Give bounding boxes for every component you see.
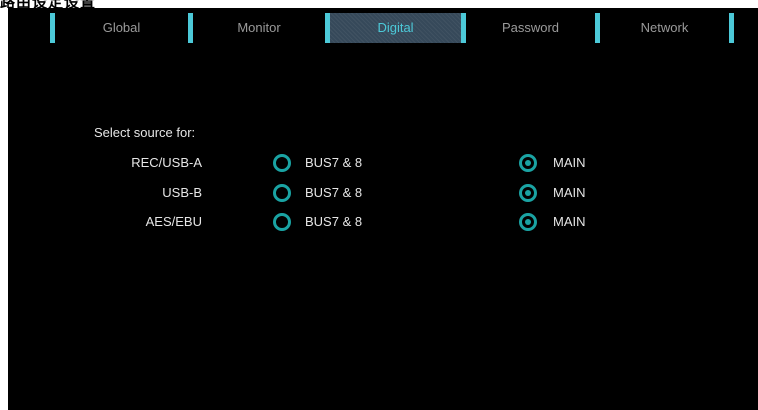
select-source-heading: Select source for: [94, 125, 196, 140]
source-row-label: AES/EBU [145, 214, 202, 229]
tab-password[interactable]: Password [466, 13, 595, 43]
radio-main-usb-b[interactable] [519, 184, 537, 202]
source-row-label: REC/USB-A [131, 155, 202, 170]
radio-bus78-usb-b[interactable] [273, 184, 291, 202]
tab-bar: Global Monitor Digital Password Network [8, 13, 758, 43]
digital-settings-screen: Global Monitor Digital Password Network … [8, 8, 758, 410]
radio-main-aes-ebu[interactable] [519, 213, 537, 231]
tab-digital-label: Digital [377, 20, 414, 35]
tab-monitor[interactable]: Monitor [193, 13, 325, 43]
option-main-label: MAIN [553, 214, 586, 229]
option-bus78-label: BUS7 & 8 [305, 155, 363, 170]
option-main-label: MAIN [553, 155, 586, 170]
tab-network[interactable]: Network [600, 13, 729, 43]
cropped-title-strip: 路由设定设置 [0, 0, 758, 8]
tab-global[interactable]: Global [55, 13, 188, 43]
source-row-rec-usb-a: REC/USB-A BUS7 & 8 MAIN [8, 152, 758, 174]
option-bus78-label: BUS7 & 8 [305, 185, 363, 200]
cropped-title-text: 路由设定设置 [0, 0, 96, 8]
radio-main-rec-usb-a[interactable] [519, 154, 537, 172]
source-row-label: USB-B [162, 185, 202, 200]
radio-bus78-rec-usb-a[interactable] [273, 154, 291, 172]
option-bus78-label: BUS7 & 8 [305, 214, 363, 229]
source-row-aes-ebu: AES/EBU BUS7 & 8 MAIN [8, 211, 758, 233]
tab-digital[interactable]: Digital [330, 13, 461, 43]
option-main-label: MAIN [553, 185, 586, 200]
tab-divider [729, 13, 734, 43]
source-row-usb-b: USB-B BUS7 & 8 MAIN [8, 182, 758, 204]
radio-bus78-aes-ebu[interactable] [273, 213, 291, 231]
